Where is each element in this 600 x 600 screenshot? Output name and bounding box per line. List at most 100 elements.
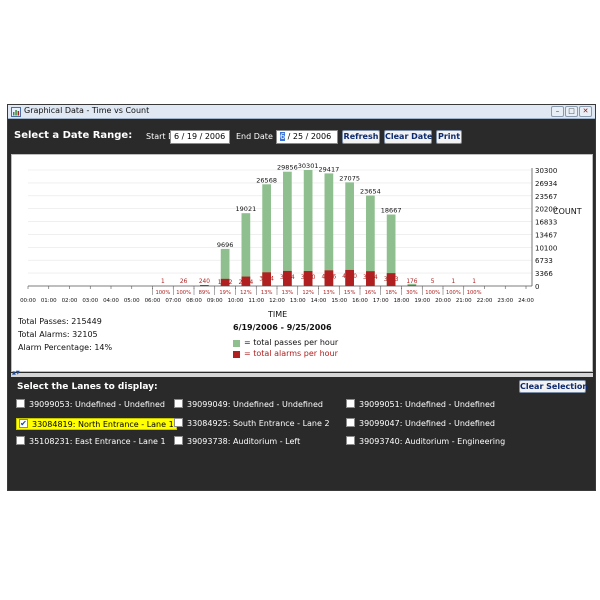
title-bar[interactable]: Graphical Data - Time vs Count – □ ✕ [8, 105, 595, 119]
alarms-data-label: 5 [431, 279, 435, 285]
x-tick-label: 23:00 [497, 298, 513, 304]
alarms-data-label: 240 [199, 279, 210, 285]
alarm-percent-label: 30% [406, 290, 418, 296]
chart-date-range: 6/19/2006 - 9/25/2006 [233, 323, 332, 332]
x-tick-label: 00:00 [20, 298, 36, 304]
y-tick-label: 30300 [535, 167, 557, 175]
lane-checkbox-3[interactable]: 39099051: Undefined - Undefined [346, 399, 495, 411]
splitter-arrows-icon[interactable]: ▲▼ [12, 370, 20, 376]
x-tick-label: 14:00 [311, 298, 327, 304]
lane-checkbox-8[interactable]: 39093738: Auditorium - Left [174, 436, 300, 448]
checkbox-unchecked-icon[interactable] [346, 399, 355, 408]
alarm-percent-label: 18% [385, 290, 397, 296]
passes-data-label: 18667 [381, 207, 402, 215]
alarm-percent-label: 12% [302, 290, 314, 296]
close-button[interactable]: ✕ [579, 106, 592, 117]
passes-data-label: 9696 [217, 241, 234, 249]
lane-checkbox-6[interactable]: 39099047: Undefined - Undefined [346, 418, 495, 430]
alarm-percent-label: 13% [261, 290, 273, 296]
bar-passes [303, 169, 313, 286]
app-window-icon [11, 107, 21, 117]
bar-alarms [200, 285, 209, 286]
lane-checkbox-4[interactable]: ✔ 33084819: North Entrance - Lane 1 [16, 418, 177, 430]
x-tick-label: 16:00 [352, 298, 368, 304]
checkbox-unchecked-icon[interactable] [174, 436, 183, 445]
alarm-percent-label: 100% [176, 290, 191, 296]
bar-passes [262, 184, 271, 286]
start-date-input[interactable]: 6 / 19 / 2006 [170, 130, 230, 144]
alarm-percent-label: 13% [282, 290, 294, 296]
alarm-percent-label: 19% [219, 290, 231, 296]
alarm-percent-label: 12% [240, 290, 252, 296]
legend-label-alarms: = total alarms per hour [244, 349, 338, 358]
y-tick-label: 26934 [535, 180, 558, 188]
x-tick-label: 02:00 [62, 298, 78, 304]
alarms-data-label: 1 [161, 279, 165, 285]
lane-label: 39093738: Auditorium - Left [187, 437, 301, 446]
legend-label-passes: = total passes per hour [244, 338, 339, 347]
x-tick-label: 07:00 [165, 298, 181, 304]
alarms-data-label: 176 [406, 279, 417, 285]
lane-checkbox-5[interactable]: 33084925: South Entrance - Lane 2 [174, 418, 330, 430]
checkbox-unchecked-icon[interactable] [16, 436, 25, 445]
alarms-data-label: 1 [452, 279, 456, 285]
lane-checkbox-1[interactable]: 39099053: Undefined - Undefined [16, 399, 165, 411]
checkbox-unchecked-icon[interactable] [346, 418, 355, 427]
alarms-data-label: 4086 [321, 274, 336, 280]
lane-checkbox-2[interactable]: 39099049: Undefined - Undefined [174, 399, 323, 411]
minimize-button[interactable]: – [551, 106, 564, 117]
alarm-percent-label: 100% [425, 290, 440, 296]
checkbox-unchecked-icon[interactable] [174, 399, 183, 408]
y-tick-label: 13467 [535, 231, 557, 239]
bar-passes [241, 213, 251, 286]
passes-data-label: 26568 [256, 176, 277, 184]
alarms-data-label: 1872 [218, 280, 233, 286]
checkbox-unchecked-icon[interactable] [174, 418, 183, 427]
x-tick-label: 20:00 [435, 298, 451, 304]
alarms-data-label: 3910 [301, 275, 316, 281]
checkbox-checked-icon[interactable]: ✔ [19, 419, 28, 428]
maximize-button[interactable]: □ [565, 106, 578, 117]
x-tick-label: 10:00 [228, 298, 244, 304]
passes-data-label: 19021 [236, 205, 257, 213]
y-tick-label: 10100 [535, 244, 557, 252]
alarms-data-label: 26 [180, 279, 188, 285]
alarm-percent-label: 13% [323, 290, 335, 296]
total-alarms: Total Alarms: 32105 [18, 330, 98, 339]
y-tick-label: 3366 [535, 270, 553, 278]
end-date-input[interactable]: 6 / 25 / 2006 [276, 130, 338, 144]
lane-label: 39093740: Auditorium - Engineering [359, 437, 506, 446]
lane-label: 39099053: Undefined - Undefined [29, 400, 165, 409]
panel-splitter[interactable]: ▲▼ [11, 370, 593, 377]
y-tick-label: 0 [535, 283, 539, 291]
passes-data-label: 30301 [298, 162, 319, 170]
alarm-percent-label: 89% [199, 290, 211, 296]
lane-label: 39099047: Undefined - Undefined [359, 419, 495, 428]
x-tick-label: 13:00 [290, 298, 306, 304]
checkbox-unchecked-icon[interactable] [346, 436, 355, 445]
total-passes: Total Passes: 215449 [18, 317, 102, 326]
app-window: Graphical Data - Time vs Count – □ ✕ Sel… [7, 104, 596, 491]
bar-alarms [407, 285, 417, 286]
chart-panel: 30300 26934 23567 20200 16833 13467 10100 6733 3… [11, 154, 593, 372]
x-tick-label: 09:00 [207, 298, 223, 304]
alarm-percent-label: 100% [467, 290, 482, 296]
lane-label: 35108231: East Entrance - Lane 1 [29, 437, 166, 446]
x-tick-label: 21:00 [456, 298, 472, 304]
x-tick-label: 12:00 [269, 298, 285, 304]
x-tick-label: 24:00 [518, 298, 534, 304]
legend-swatch-passes [233, 340, 240, 347]
lane-checkbox-9[interactable]: 39093740: Auditorium - Engineering [346, 436, 505, 448]
refresh-button[interactable]: Refresh [342, 130, 380, 144]
x-tick-label: 18:00 [394, 298, 410, 304]
print-button[interactable]: Print [436, 130, 462, 144]
alarms-data-label: 3934 [280, 275, 295, 281]
clear-selection-button[interactable]: Clear Selection [519, 380, 588, 393]
bar-passes [324, 173, 334, 286]
clear-date-button[interactable]: Clear Date [384, 130, 432, 144]
x-tick-label: 04:00 [103, 298, 119, 304]
checkbox-unchecked-icon[interactable] [16, 399, 25, 408]
passes-data-label: 27075 [339, 174, 360, 182]
lane-checkbox-7[interactable]: 35108231: East Entrance - Lane 1 [16, 436, 166, 448]
alarm-percent-label: 100% [446, 290, 461, 296]
